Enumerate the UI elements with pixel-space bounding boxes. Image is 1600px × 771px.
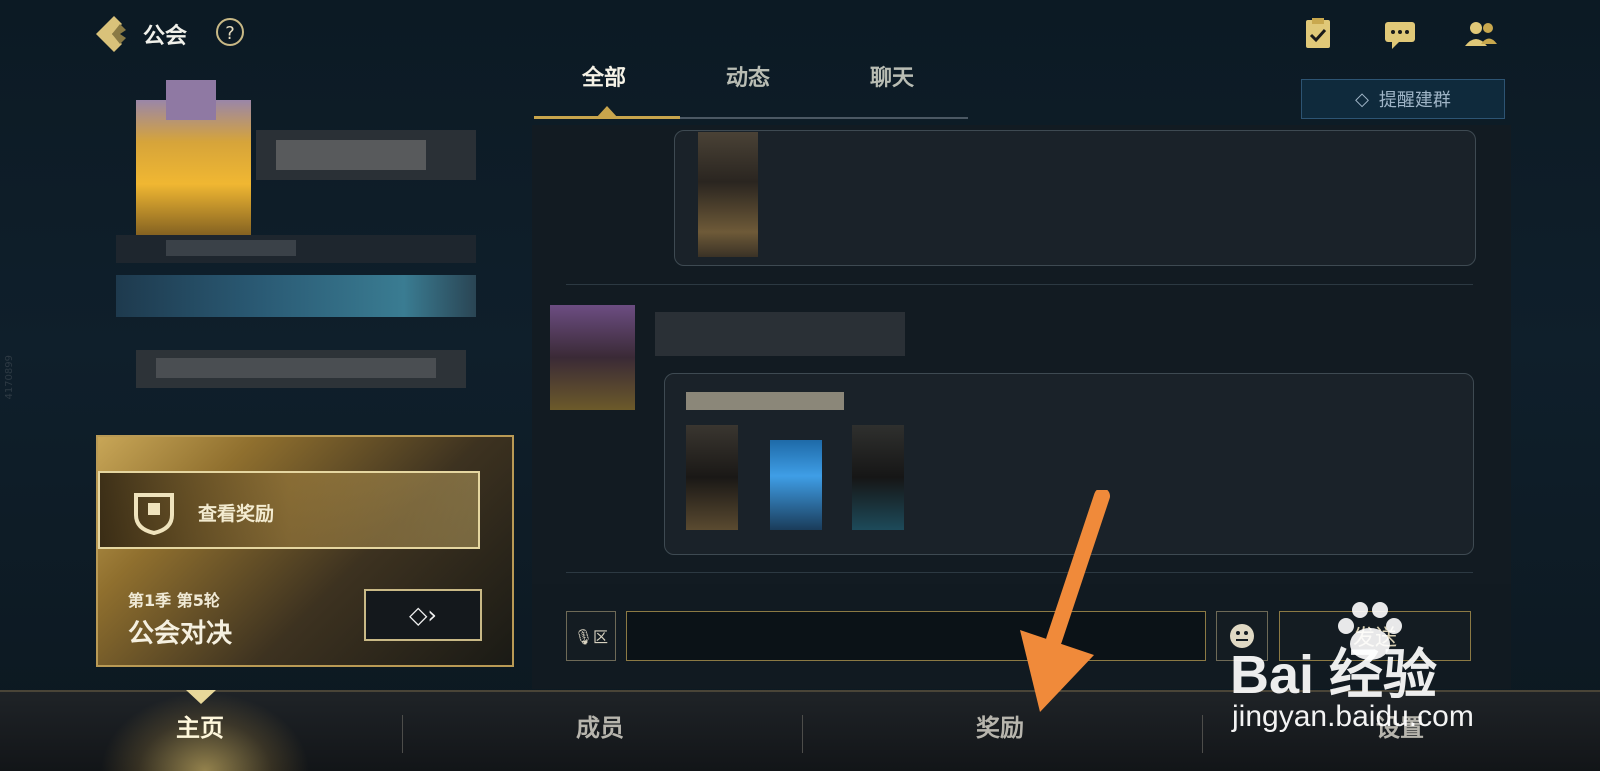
view-rewards-banner[interactable] <box>98 471 480 549</box>
task-icon[interactable] <box>1300 16 1336 52</box>
annotation-arrow-icon <box>1020 490 1110 712</box>
back-button[interactable] <box>90 12 134 56</box>
nav-members[interactable]: 成员 <box>540 708 660 743</box>
chat-icon[interactable] <box>1382 16 1418 52</box>
nav-home[interactable]: 主页 <box>140 708 260 743</box>
baidu-watermark-url: jingyan.baidu.com <box>1232 700 1474 733</box>
enter-battle-button[interactable]: ◇› <box>364 589 482 641</box>
help-icon[interactable]: ? <box>216 18 244 46</box>
nav-separator <box>1202 715 1203 753</box>
tab-activity[interactable]: 动态 <box>726 60 770 92</box>
paw-icon <box>1338 602 1402 660</box>
pixelated-avatar <box>698 132 758 257</box>
guild-battle-title: 公会对决 <box>128 619 233 649</box>
side-id-text: 4170899 <box>4 355 15 400</box>
pixelated-avatar <box>550 305 635 410</box>
page-title: 公会 <box>143 24 188 49</box>
voice-button[interactable]: 🎙区 <box>566 611 616 661</box>
pixelated-text <box>686 392 844 410</box>
nav-caret-icon <box>186 690 216 704</box>
tab-caret-icon <box>596 106 618 118</box>
pixelated-item <box>770 440 822 530</box>
nav-separator <box>802 715 803 753</box>
tab-chat[interactable]: 聊天 <box>870 60 914 92</box>
pixelated-username <box>655 312 905 356</box>
guild-battle-card[interactable]: 查看奖励 第1季 第5轮 公会对决 ◇› <box>96 435 514 667</box>
season-round-label: 第1季 第5轮 <box>128 591 220 610</box>
pixelated-item <box>852 425 904 530</box>
pixelated-item <box>686 425 738 530</box>
chat-bubble <box>674 130 1476 266</box>
diamond-icon: ◇ <box>1355 88 1369 110</box>
shield-icon <box>134 493 174 536</box>
chat-divider <box>566 284 1473 285</box>
tab-all[interactable]: 全部 <box>582 60 626 92</box>
back-icon <box>96 16 126 52</box>
members-icon[interactable] <box>1463 16 1499 52</box>
view-rewards-label: 查看奖励 <box>198 503 275 525</box>
guild-profile-pixelated <box>96 70 514 413</box>
remind-group-button[interactable]: ◇ 提醒建群 <box>1301 79 1505 119</box>
arrow-right-icon: ◇› <box>408 601 438 629</box>
nav-separator <box>402 715 403 753</box>
remind-group-label: 提醒建群 <box>1378 90 1451 111</box>
